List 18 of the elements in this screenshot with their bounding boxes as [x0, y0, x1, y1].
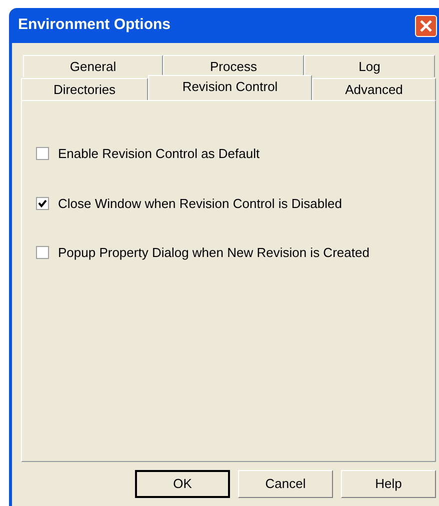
dialog-button[interactable]: Cancel: [238, 470, 333, 498]
checkbox[interactable]: [36, 147, 49, 160]
tab[interactable]: Process: [163, 55, 304, 77]
tab[interactable]: Revision Control: [148, 75, 312, 100]
window-title: Environment Options: [18, 15, 171, 36]
close-icon: [420, 20, 432, 32]
tab[interactable]: Advanced: [312, 78, 436, 100]
close-button[interactable]: [415, 14, 437, 36]
tab[interactable]: General: [23, 55, 163, 77]
tab[interactable]: Log: [304, 55, 435, 77]
checkbox-label: Enable Revision Control as Default: [58, 145, 260, 163]
tab[interactable]: Directories: [21, 78, 148, 100]
checkbox-label: Close Window when Revision Control is Disabled: [58, 194, 342, 212]
checkbox[interactable]: [36, 196, 49, 210]
dialog-button[interactable]: Help: [341, 470, 436, 498]
dialog-button[interactable]: OK: [135, 470, 230, 498]
checkbox-label: Popup Property Dialog when New Revision is Created: [58, 244, 370, 262]
checkbox[interactable]: [36, 246, 49, 260]
